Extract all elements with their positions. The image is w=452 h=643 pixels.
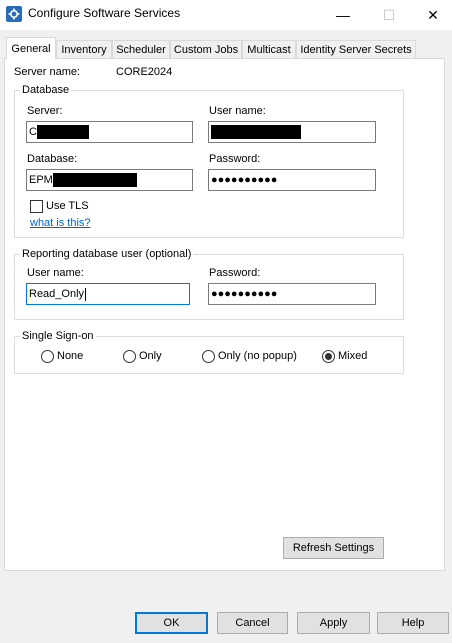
- minimize-button[interactable]: —: [320, 0, 366, 30]
- db-password-label: Password:: [209, 153, 261, 165]
- sso-mixed-label: Mixed: [338, 350, 368, 362]
- reporting-username-input[interactable]: Read_Only: [26, 283, 190, 305]
- tab-inventory[interactable]: Inventory: [56, 40, 112, 58]
- db-server-input[interactable]: C: [26, 121, 193, 143]
- apply-button[interactable]: Apply: [297, 612, 370, 634]
- db-password-input[interactable]: ●●●●●●●●●●: [208, 169, 376, 191]
- use-tls-checkbox[interactable]: [30, 200, 43, 213]
- tab-general[interactable]: General: [6, 37, 56, 59]
- refresh-settings-button[interactable]: Refresh Settings: [283, 537, 384, 559]
- reporting-legend: Reporting database user (optional): [20, 248, 194, 260]
- reporting-password-input[interactable]: ●●●●●●●●●●: [208, 283, 376, 305]
- ok-button[interactable]: OK: [135, 612, 208, 634]
- use-tls-label: Use TLS: [46, 200, 89, 212]
- window-title: Configure Software Services: [28, 6, 181, 20]
- close-button[interactable]: ✕: [410, 0, 452, 30]
- db-database-input[interactable]: EPM: [26, 169, 193, 191]
- text-caret: [85, 287, 87, 301]
- close-icon: ✕: [427, 6, 439, 23]
- reporting-password-value: ●●●●●●●●●●: [211, 288, 278, 300]
- redaction-block: [52, 173, 137, 187]
- redaction-block: [211, 125, 301, 139]
- server-name-label: Server name:: [14, 66, 81, 78]
- sso-only-no-popup-label: Only (no popup): [218, 350, 297, 362]
- cancel-button[interactable]: Cancel: [217, 612, 288, 634]
- db-password-value: ●●●●●●●●●●: [211, 174, 278, 186]
- db-database-label: Database:: [27, 153, 78, 165]
- what-is-this-link[interactable]: what is this?: [30, 217, 91, 229]
- redaction-block: [36, 125, 89, 139]
- server-name-value: CORE2024: [116, 66, 173, 78]
- db-server-label: Server:: [27, 105, 63, 117]
- sso-mixed-radio[interactable]: [322, 350, 335, 363]
- sso-legend: Single Sign-on: [20, 330, 96, 342]
- db-server-value: C: [29, 126, 37, 138]
- database-legend: Database: [20, 84, 72, 96]
- maximize-button: ☐: [366, 0, 412, 30]
- reporting-username-value: Read_Only: [29, 288, 85, 300]
- maximize-icon: ☐: [382, 6, 396, 23]
- sso-none-label: None: [57, 350, 84, 362]
- tab-scheduler[interactable]: Scheduler: [112, 40, 170, 58]
- sso-only-no-popup-radio[interactable]: [202, 350, 215, 363]
- reporting-username-label: User name:: [27, 267, 84, 279]
- tab-identity-server-secrets[interactable]: Identity Server Secrets: [296, 40, 416, 58]
- db-database-value: EPM: [29, 174, 53, 186]
- minimize-icon: —: [336, 7, 350, 23]
- sso-only-radio[interactable]: [123, 350, 136, 363]
- db-username-input[interactable]: [208, 121, 376, 143]
- tab-custom-jobs[interactable]: Custom Jobs: [170, 40, 242, 58]
- tab-multicast[interactable]: Multicast: [242, 40, 296, 58]
- radio-selected-dot: [325, 353, 332, 360]
- db-username-label: User name:: [209, 105, 266, 117]
- help-button[interactable]: Help: [377, 612, 449, 634]
- gear-icon: [6, 6, 22, 22]
- reporting-password-label: Password:: [209, 267, 261, 279]
- sso-only-label: Only: [139, 350, 162, 362]
- title-bar: Configure Software Services — ☐ ✕: [0, 0, 452, 30]
- sso-none-radio[interactable]: [41, 350, 54, 363]
